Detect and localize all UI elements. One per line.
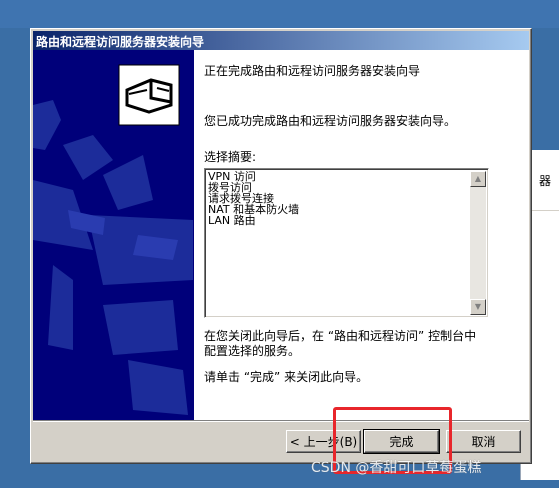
background-window-text: 器 xyxy=(539,174,552,188)
summary-label: 选择摘要: xyxy=(204,150,257,164)
wizard-side-panel xyxy=(33,50,194,420)
scroll-down-arrow-icon[interactable]: ▼ xyxy=(470,299,486,315)
wizard-icon xyxy=(118,64,180,126)
finish-prompt: 请单击 “完成” 来关闭此向导。 xyxy=(204,370,369,384)
summary-scrollbar[interactable]: ▲ ▼ xyxy=(470,171,486,315)
title-bar[interactable]: 路由和远程访问服务器安装向导 xyxy=(33,31,529,50)
watermark: CSDN @香甜可口草莓蛋糕 xyxy=(311,460,482,476)
side-panel-graphic xyxy=(33,50,194,420)
summary-listbox[interactable]: VPN 访问 拨号访问 请求拨号连接 NAT 和基本防火墙 LAN 路由 ▲ ▼ xyxy=(204,168,489,318)
scroll-up-arrow-icon[interactable]: ▲ xyxy=(470,171,486,187)
page-heading: 正在完成路由和远程访问服务器安装向导 xyxy=(204,64,421,78)
cancel-button[interactable]: 取消 xyxy=(446,430,521,453)
after-close-line-2: 配置选择的服务。 xyxy=(204,344,301,358)
footer-divider xyxy=(33,420,529,422)
success-message: 您已成功完成路由和远程访问服务器安装向导。 xyxy=(204,114,457,128)
desktop-background xyxy=(0,0,559,28)
window-title: 路由和远程访问服务器安装向导 xyxy=(36,35,205,49)
summary-item: LAN 路由 xyxy=(208,214,256,227)
wizard-dialog: 路由和远程访问服务器安装向导 正在完成路由和远程访问服务器安装向导 您已成功完成… xyxy=(30,28,532,464)
summary-list: VPN 访问 拨号访问 请求拨号连接 NAT 和基本防火墙 LAN 路由 xyxy=(208,171,299,226)
